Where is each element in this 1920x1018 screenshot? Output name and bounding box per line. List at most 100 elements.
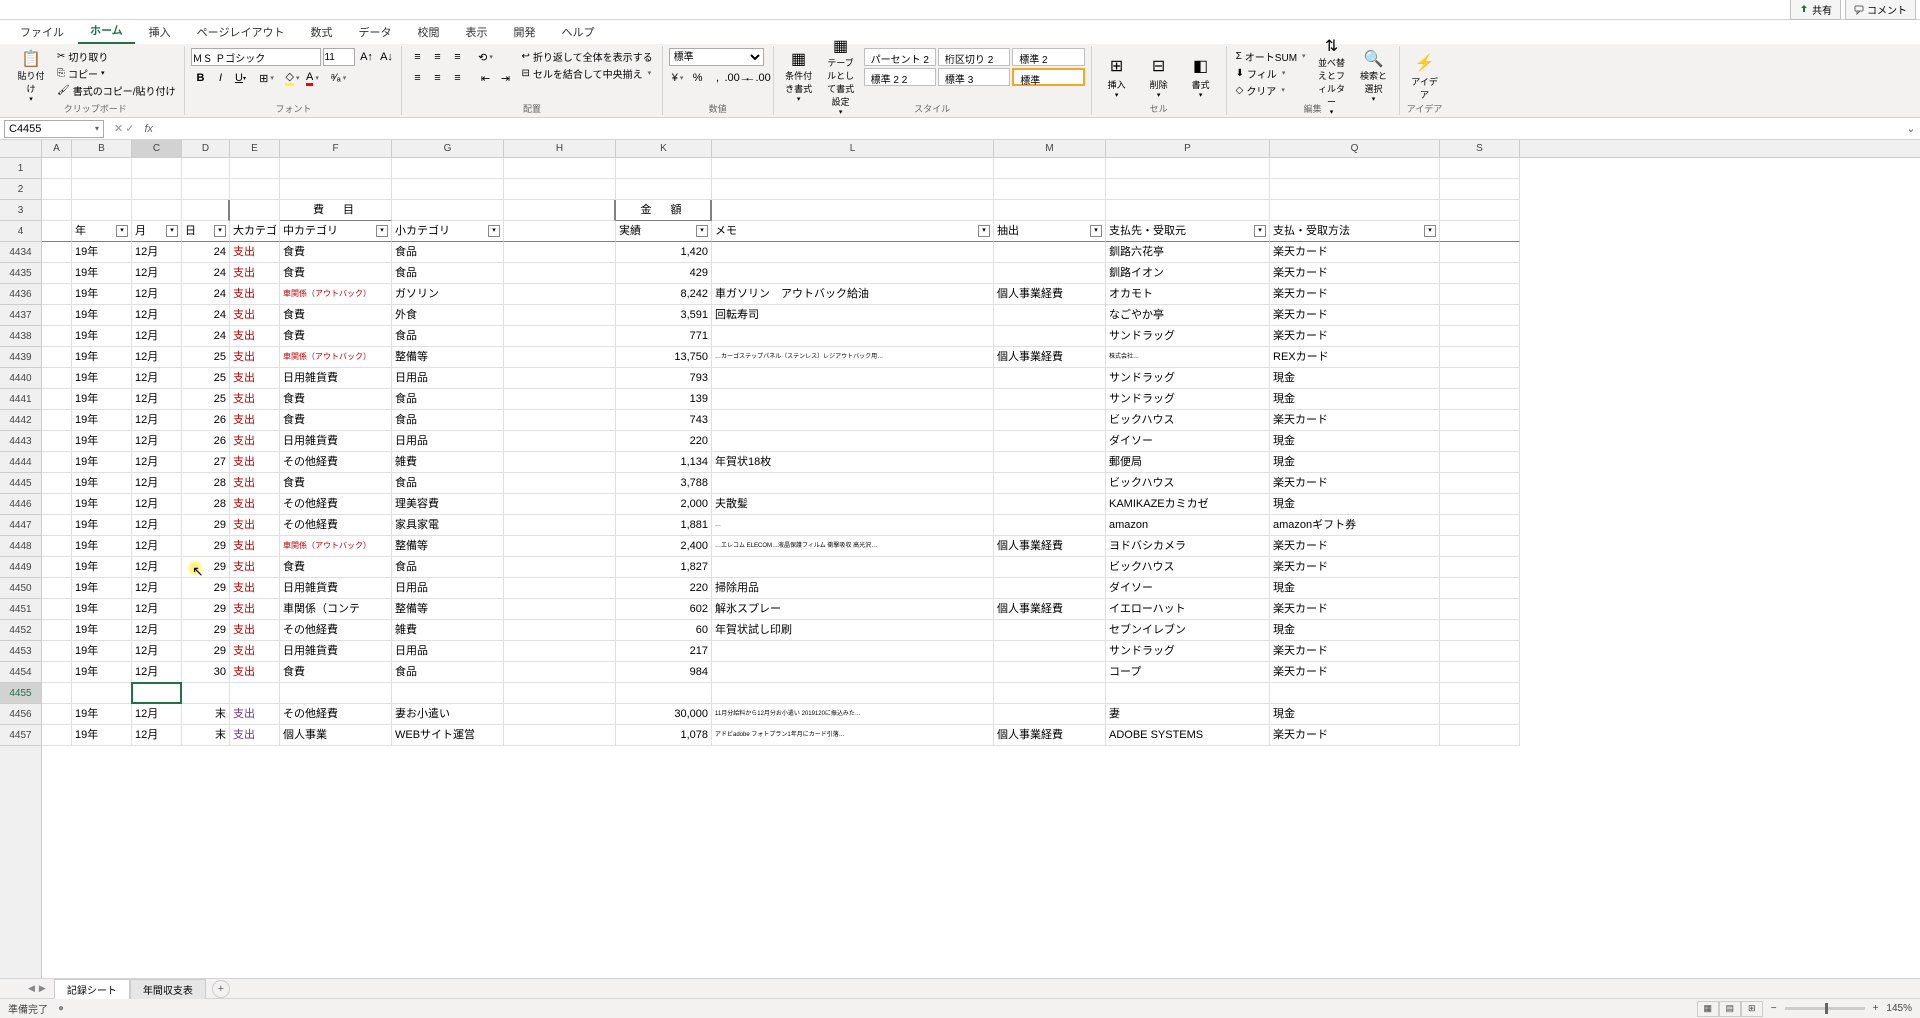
cell[interactable]: ヨドバシカメラ <box>1106 536 1270 557</box>
cell[interactable]: 支出 <box>230 473 280 494</box>
cell-style-option[interactable]: 標準 2 <box>1012 48 1084 66</box>
cell[interactable] <box>42 326 72 347</box>
cell[interactable]: 19年 <box>72 347 132 368</box>
cell[interactable]: KAMIKAZEカミカゼ <box>1106 494 1270 515</box>
cell[interactable]: 12月 <box>132 347 182 368</box>
cell[interactable] <box>1440 473 1520 494</box>
cell[interactable] <box>616 179 712 200</box>
cell[interactable] <box>42 158 72 179</box>
column-header-C[interactable]: C <box>132 140 182 157</box>
cell[interactable]: 末 <box>182 704 230 725</box>
filter-button[interactable]: ▾ <box>978 225 990 237</box>
row-header[interactable]: 4449 <box>0 557 41 578</box>
decrease-indent-button[interactable]: ⇤ <box>476 69 494 87</box>
cell[interactable] <box>504 683 616 704</box>
cell[interactable]: ビックハウス <box>1106 473 1270 494</box>
cell[interactable] <box>42 410 72 431</box>
align-center-button[interactable]: ≡ <box>428 69 446 87</box>
number-format-select[interactable]: 標準 <box>669 48 764 66</box>
font-color-button[interactable]: A <box>303 69 321 87</box>
column-header-G[interactable]: G <box>392 140 504 157</box>
cell[interactable] <box>712 368 994 389</box>
filter-button[interactable]: ▾ <box>376 225 388 237</box>
cell[interactable]: 支出 <box>230 515 280 536</box>
cell[interactable]: その他経費 <box>280 452 392 473</box>
cell[interactable]: 19年 <box>72 263 132 284</box>
cell[interactable]: 支出 <box>230 347 280 368</box>
cell[interactable]: 2,400 <box>616 536 712 557</box>
italic-button[interactable]: I <box>211 69 229 87</box>
page-break-button[interactable]: ⊞ <box>1741 1001 1763 1017</box>
cell[interactable]: 食費 <box>280 557 392 578</box>
cell[interactable]: 現金 <box>1270 494 1440 515</box>
filter-button[interactable]: ▾ <box>116 225 128 237</box>
sheet-tab[interactable]: 記録シート <box>54 979 130 999</box>
cell[interactable]: 743 <box>616 410 712 431</box>
cell[interactable] <box>1440 515 1520 536</box>
cell[interactable] <box>504 347 616 368</box>
cell[interactable]: 食費 <box>280 410 392 431</box>
cell[interactable]: 日用雑貨費 <box>280 578 392 599</box>
cell[interactable] <box>182 200 230 221</box>
cell[interactable] <box>712 431 994 452</box>
row-header[interactable]: 4436 <box>0 284 41 305</box>
cell[interactable]: 12月 <box>132 326 182 347</box>
cell[interactable]: 60 <box>616 620 712 641</box>
cell[interactable]: 日用雑貨費 <box>280 368 392 389</box>
row-header[interactable]: 4445 <box>0 473 41 494</box>
column-header-L[interactable]: L <box>712 140 994 157</box>
cell[interactable]: 支出 <box>230 242 280 263</box>
cell[interactable] <box>504 662 616 683</box>
cell[interactable] <box>1440 305 1520 326</box>
cell[interactable]: 食品 <box>392 410 504 431</box>
cell[interactable]: 29 <box>182 557 230 578</box>
cell[interactable]: 429 <box>616 263 712 284</box>
cell[interactable] <box>1106 179 1270 200</box>
cell[interactable] <box>42 578 72 599</box>
cell[interactable]: 車ガソリン アウトバック給油 <box>712 284 994 305</box>
cell[interactable]: 解氷スプレー <box>712 599 994 620</box>
zoom-level[interactable]: 145% <box>1886 1003 1912 1014</box>
cell[interactable]: 食費 <box>280 305 392 326</box>
fill-color-button[interactable]: ◇ <box>283 69 301 87</box>
cell[interactable]: 年賀状18枚 <box>712 452 994 473</box>
cell[interactable]: 12月 <box>132 725 182 746</box>
cell[interactable] <box>712 662 994 683</box>
cell[interactable]: 支出 <box>230 452 280 473</box>
cell[interactable]: 支出 <box>230 725 280 746</box>
cell[interactable]: 月▾ <box>132 221 182 242</box>
cell[interactable] <box>230 683 280 704</box>
sort-filter-button[interactable]: ⇅並べ替えとフィルター▾ <box>1313 48 1351 104</box>
cell[interactable]: 支出 <box>230 410 280 431</box>
column-header-H[interactable]: H <box>504 140 616 157</box>
cell[interactable]: 支出 <box>230 704 280 725</box>
cell[interactable]: 現金 <box>1270 620 1440 641</box>
cell[interactable]: 楽天カード <box>1270 263 1440 284</box>
cell[interactable]: 19年 <box>72 641 132 662</box>
cell[interactable] <box>230 179 280 200</box>
cell[interactable]: 25 <box>182 389 230 410</box>
row-header[interactable]: 4444 <box>0 452 41 473</box>
cell[interactable]: …エレコム ELECOM…液晶保護フィルム 衝撃吸収 高光沢… <box>712 536 994 557</box>
filter-button[interactable]: ▾ <box>214 225 226 237</box>
cell[interactable] <box>994 662 1106 683</box>
cell[interactable]: 車関係（アウトバック） <box>280 284 392 305</box>
cell[interactable]: 19年 <box>72 536 132 557</box>
cell[interactable]: その他経費 <box>280 620 392 641</box>
copy-button[interactable]: ⎘コピー▾ <box>54 65 178 81</box>
filter-button[interactable]: ▾ <box>1254 225 1266 237</box>
cell[interactable] <box>1440 431 1520 452</box>
cell[interactable]: 220 <box>616 431 712 452</box>
cell[interactable]: 29 <box>182 641 230 662</box>
cell[interactable]: 1,881 <box>616 515 712 536</box>
cell[interactable]: amazonギフト券 <box>1270 515 1440 536</box>
cell[interactable] <box>504 368 616 389</box>
cell[interactable]: 12月 <box>132 515 182 536</box>
cell[interactable]: 12月 <box>132 620 182 641</box>
cell[interactable]: 食費 <box>280 326 392 347</box>
fill-button[interactable]: ⬇フィル <box>1233 65 1309 81</box>
cell[interactable] <box>712 200 994 221</box>
cell[interactable] <box>994 242 1106 263</box>
cell[interactable] <box>994 263 1106 284</box>
cell[interactable] <box>504 641 616 662</box>
